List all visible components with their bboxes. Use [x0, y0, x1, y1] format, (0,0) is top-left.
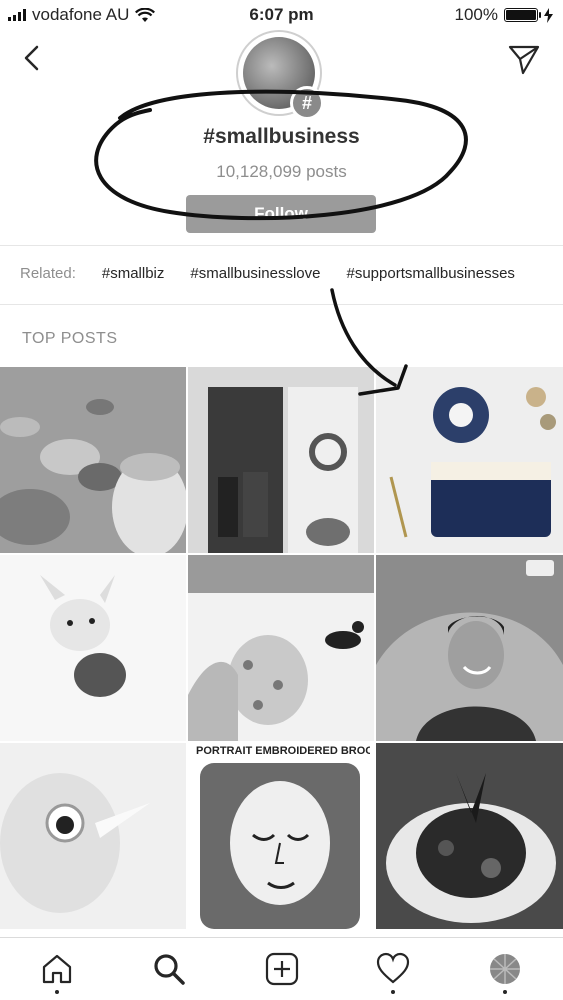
related-tags-row: Related: #smallbiz #smallbusinesslove #s…	[0, 245, 563, 305]
related-tag[interactable]: #supportsmallbusinesses	[346, 265, 514, 282]
profile-avatar[interactable]	[488, 952, 522, 986]
post-thumbnail-shopfront[interactable]	[188, 367, 374, 553]
post-thumbnail-embroidered-brooch[interactable]: PORTRAIT EMBROIDERED BROOCHES	[188, 743, 374, 929]
post-thumbnail-pottery[interactable]	[0, 367, 186, 553]
follow-button[interactable]: Follow	[186, 195, 376, 233]
post-thumbnail-deer-toy[interactable]	[0, 555, 186, 741]
post-thumbnail-crochet-bird[interactable]	[0, 743, 186, 929]
chevron-left-icon[interactable]	[18, 44, 46, 72]
related-tag[interactable]: #smallbusinesslove	[190, 265, 320, 282]
home-icon[interactable]	[40, 952, 74, 986]
post-thumbnail-food-plate[interactable]	[376, 743, 563, 929]
tab-indicator-dot	[391, 990, 395, 994]
battery-icon	[504, 8, 541, 22]
hashtag-title: #smallbusiness	[203, 125, 360, 148]
plus-square-icon[interactable]	[265, 952, 299, 986]
status-bar: vodafone AU 6:07 pm 100%	[0, 0, 563, 30]
bottom-tab-bar	[0, 937, 563, 1000]
hashtag-badge-icon: #	[290, 86, 324, 120]
top-posts-grid: PORTRAIT EMBROIDERED BROOCHES	[0, 367, 563, 929]
hashtag-header: # #smallbusiness 10,128,099 posts Follow	[0, 30, 563, 245]
related-tag[interactable]: #smallbiz	[102, 265, 165, 282]
related-label: Related:	[20, 265, 76, 282]
status-right: 100%	[455, 5, 553, 25]
post-thumbnail-man-portrait[interactable]	[376, 555, 563, 741]
top-posts-heading: TOP POSTS	[22, 330, 118, 347]
tab-indicator-dot	[503, 990, 507, 994]
paper-plane-icon[interactable]	[507, 42, 541, 76]
posts-count: 10,128,099 posts	[216, 162, 347, 181]
battery-percent: 100%	[454, 5, 498, 24]
post-caption-overlay: PORTRAIT EMBROIDERED BROOCHES	[196, 745, 370, 757]
post-thumbnail-mug-dog[interactable]	[188, 555, 374, 741]
charging-bolt-icon	[544, 7, 553, 23]
search-icon[interactable]	[152, 952, 186, 986]
post-thumbnail-knitting[interactable]	[376, 367, 563, 553]
heart-icon[interactable]	[376, 952, 410, 986]
tab-indicator-dot	[55, 990, 59, 994]
